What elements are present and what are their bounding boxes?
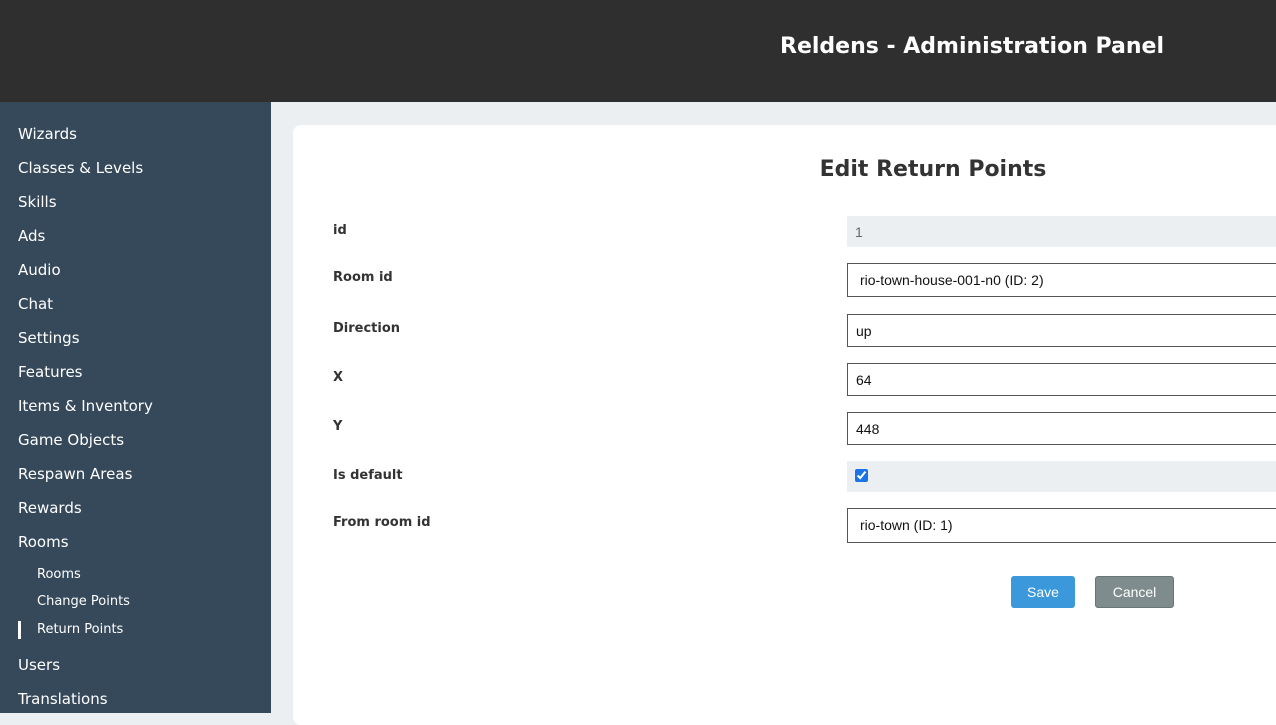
sidebar-item-translations[interactable]: Translations — [18, 687, 108, 711]
sidebar-subitem-change-points[interactable]: Change Points — [37, 592, 130, 612]
sidebar: Wizards Classes & Levels Skills Ads Audi… — [0, 102, 271, 713]
room-id-label: Room id — [333, 270, 393, 285]
y-label: Y — [333, 419, 343, 434]
from-room-id-label: From room id — [333, 515, 431, 530]
id-label: id — [333, 223, 347, 238]
is-default-label: Is default — [333, 468, 403, 483]
x-label: X — [333, 370, 344, 385]
edit-form-card: Edit Return Points id Room id rio-town-h… — [293, 125, 1276, 725]
active-item-marker — [18, 621, 21, 639]
is-default-checkbox[interactable] — [855, 469, 868, 482]
is-default-row — [847, 461, 1276, 492]
sidebar-item-ads[interactable]: Ads — [18, 224, 45, 248]
sidebar-item-settings[interactable]: Settings — [18, 326, 80, 350]
sidebar-item-skills[interactable]: Skills — [18, 190, 57, 214]
sidebar-subitem-return-points[interactable]: Return Points — [37, 620, 123, 640]
sidebar-item-rooms[interactable]: Rooms — [18, 530, 69, 554]
save-button[interactable]: Save — [1011, 576, 1075, 608]
direction-label: Direction — [333, 321, 401, 336]
sidebar-item-game-objects[interactable]: Game Objects — [18, 428, 124, 452]
sidebar-subitem-rooms[interactable]: Rooms — [37, 565, 81, 585]
id-field — [847, 216, 1276, 247]
top-header: Reldens - Administration Panel — [0, 0, 1276, 102]
direction-input[interactable] — [847, 314, 1276, 347]
room-id-select[interactable]: rio-town-house-001-n0 (ID: 2) — [847, 263, 1276, 297]
sidebar-item-users[interactable]: Users — [18, 653, 60, 677]
sidebar-item-chat[interactable]: Chat — [18, 292, 53, 316]
sidebar-item-features[interactable]: Features — [18, 360, 83, 384]
y-input[interactable] — [847, 412, 1276, 445]
page-title: Edit Return Points — [819, 157, 1047, 182]
app-title: Reldens - Administration Panel — [780, 34, 1165, 59]
from-room-id-select[interactable]: rio-town (ID: 1) — [847, 508, 1276, 543]
main-content: Edit Return Points id Room id rio-town-h… — [271, 102, 1276, 725]
cancel-button[interactable]: Cancel — [1095, 576, 1174, 608]
sidebar-item-wizards[interactable]: Wizards — [18, 122, 77, 146]
sidebar-item-classes-levels[interactable]: Classes & Levels — [18, 156, 143, 180]
sidebar-item-rewards[interactable]: Rewards — [18, 496, 82, 520]
sidebar-item-respawn-areas[interactable]: Respawn Areas — [18, 462, 132, 486]
sidebar-item-audio[interactable]: Audio — [18, 258, 61, 282]
x-input[interactable] — [847, 363, 1276, 396]
sidebar-item-items-inventory[interactable]: Items & Inventory — [18, 394, 153, 418]
